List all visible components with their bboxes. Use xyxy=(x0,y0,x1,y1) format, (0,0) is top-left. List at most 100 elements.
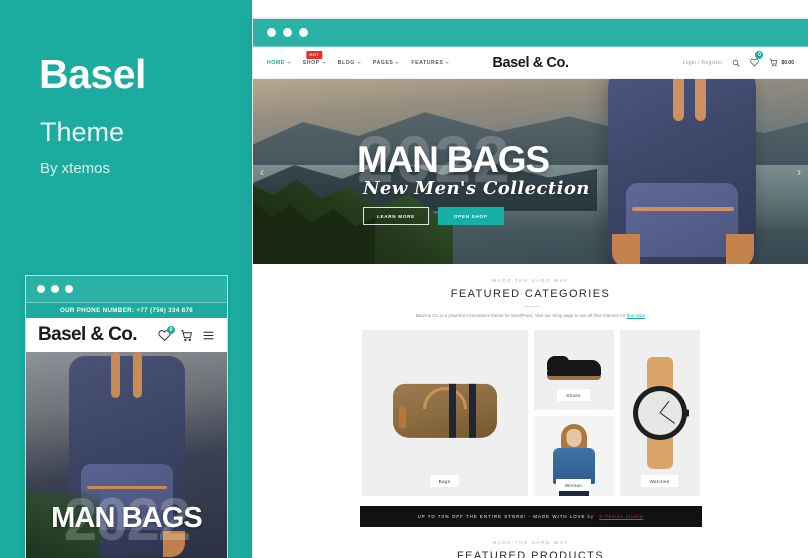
nav-item-label: BLOG xyxy=(337,59,355,66)
category-label: Watches xyxy=(640,475,679,488)
category-tile-woman[interactable]: Woman xyxy=(533,416,614,497)
mobile-cart-button[interactable] xyxy=(180,329,193,342)
chevron-down-icon xyxy=(286,61,291,64)
chevron-down-icon xyxy=(445,61,450,64)
section-description: Basel & Co. is a powerful eCommerce them… xyxy=(253,312,808,320)
watch-crown xyxy=(684,409,689,417)
category-label: Shoes xyxy=(557,389,590,402)
bag-strap-a xyxy=(448,384,456,439)
learn-more-button[interactable]: LEARN MORE xyxy=(363,207,429,225)
nav-item-blog[interactable]: BLOG xyxy=(338,60,361,66)
mobile-hero-title: MAN BAGS xyxy=(51,502,203,534)
shoe-illustration xyxy=(546,356,601,382)
mobile-phone-topbar: OUR PHONE NUMBER: +77 (756) 334 876 xyxy=(26,303,227,318)
mobile-hero-slide: 2022 MAN BAGS xyxy=(26,352,227,558)
mobile-preview-mockup: OUR PHONE NUMBER: +77 (756) 334 876 Base… xyxy=(25,275,228,558)
theme-author: By xtemos xyxy=(40,160,111,177)
hero-slider: 2022 MAN BAGS New Men's Collection LEARN… xyxy=(253,79,808,264)
desktop-wishlist-button[interactable]: 0 xyxy=(750,50,764,72)
mobile-wishlist-button[interactable]: 0 xyxy=(158,325,175,342)
category-label: Woman xyxy=(555,479,592,492)
promo-banner[interactable]: UP TO 70% OFF THE ENTIRE STORE! - MADE W… xyxy=(359,506,702,528)
cart-total: $0.00 xyxy=(781,59,794,66)
hero-subtitle: New Men's Collection xyxy=(363,178,590,199)
mobile-browser-titlebar xyxy=(26,276,227,303)
mobile-menu-button[interactable] xyxy=(202,329,215,342)
mobile-site-header: Basel & Co. 0 xyxy=(26,318,227,352)
backpack-bottom-left xyxy=(612,234,640,264)
promo-by: by xyxy=(587,514,595,520)
header-utility-group: Login / Register 0 $0.00 xyxy=(683,50,794,72)
chevron-down-icon xyxy=(321,61,326,64)
theme-subtitle: Theme xyxy=(40,117,125,147)
section-description-link[interactable]: free store xyxy=(627,313,646,318)
nav-hot-badge: HOT xyxy=(306,50,322,59)
hamburger-menu-icon xyxy=(203,331,214,339)
backpack-strap-left xyxy=(110,352,120,398)
backpack-strap-left xyxy=(673,79,684,121)
woman-face xyxy=(566,429,581,448)
promo-text: UP TO 70% OFF THE ENTIRE STORE! - MADE W… xyxy=(417,514,586,520)
category-label: Bags xyxy=(429,475,460,488)
featured-products-section: MADE THE HARD WAY FEATURED PRODUCTS xyxy=(253,527,808,558)
backpack-zipper xyxy=(632,207,734,211)
desktop-logo[interactable]: Basel & Co. xyxy=(492,55,569,71)
window-close-dot[interactable] xyxy=(37,285,45,293)
slider-prev-arrow[interactable]: ‹ xyxy=(260,166,264,178)
window-close-dot[interactable] xyxy=(267,28,276,37)
hero-cta-group: LEARN MORE OPEN SHOP xyxy=(363,207,504,225)
mobile-wishlist-count: 0 xyxy=(167,325,175,334)
bag-side-tab xyxy=(398,406,406,429)
desktop-browser-titlebar xyxy=(253,19,808,47)
open-shop-button[interactable]: OPEN SHOP xyxy=(437,207,504,225)
window-maximize-dot[interactable] xyxy=(299,28,308,37)
screenshot-root: Basel Theme By xtemos OUR PHONE NUMBER: … xyxy=(0,0,808,558)
section-eyebrow: MADE THE HARD WAY xyxy=(492,540,569,546)
desktop-wishlist-count: 0 xyxy=(755,50,764,59)
mobile-header-icons: 0 xyxy=(158,325,215,342)
mobile-logo-text: Basel & Co. xyxy=(38,324,138,345)
watch-illustration xyxy=(632,357,689,470)
desktop-cart-button[interactable]: $0.00 xyxy=(769,58,794,67)
page-title: Basel xyxy=(39,51,146,97)
login-register-link[interactable]: Login / Register xyxy=(683,60,723,66)
cart-icon xyxy=(181,329,192,341)
category-tile-bags[interactable]: Bags xyxy=(361,330,528,497)
shoe-sole xyxy=(546,376,601,380)
category-tile-watches[interactable]: Watches xyxy=(619,330,700,497)
category-grid: Bags Shoes Woman Watches xyxy=(253,330,808,497)
mobile-logo[interactable]: Basel & Co. xyxy=(38,324,138,346)
nav-item-shop[interactable]: HOT SHOP xyxy=(302,50,326,66)
window-maximize-dot[interactable] xyxy=(65,285,73,293)
watch-dial xyxy=(637,391,682,436)
backpack-bottom-right xyxy=(726,234,754,264)
hero-title: MAN BAGS xyxy=(357,139,550,180)
bag-strap-b xyxy=(468,384,476,439)
section-divider xyxy=(522,306,539,307)
section-description-line2: Shop page to see all their features for xyxy=(552,313,626,318)
slider-next-arrow[interactable]: › xyxy=(797,166,801,178)
watch-case xyxy=(632,386,689,441)
section-description-line1: Basel & Co. is a powerful eCommerce them… xyxy=(415,313,551,318)
nav-item-label: PAGES xyxy=(372,59,394,66)
backpack-strap-right xyxy=(132,352,142,398)
section-title: FEATURED PRODUCTS xyxy=(456,550,605,558)
window-minimize-dot[interactable] xyxy=(283,28,292,37)
search-button[interactable] xyxy=(732,54,741,72)
nav-item-label: HOME xyxy=(267,59,285,66)
nav-item-pages[interactable]: PAGES xyxy=(373,60,400,66)
watch-hand-minute xyxy=(659,412,675,425)
category-tile-shoes[interactable]: Shoes xyxy=(533,330,614,411)
window-minimize-dot[interactable] xyxy=(51,285,59,293)
chevron-down-icon xyxy=(356,61,361,64)
promo-link[interactable]: X-Temos studio xyxy=(599,514,643,519)
section-title: FEATURED CATEGORIES xyxy=(450,288,611,300)
cart-icon xyxy=(770,58,778,67)
desktop-preview-mockup: HOME HOT SHOP BLOG PAGES FEATURES Basel … xyxy=(252,18,808,558)
search-icon xyxy=(733,59,741,67)
nav-item-home[interactable]: HOME xyxy=(267,60,291,66)
nav-item-features[interactable]: FEATURES xyxy=(411,59,450,66)
nav-item-label: FEATURES xyxy=(411,59,444,66)
nav-item-label: SHOP xyxy=(302,59,320,66)
chevron-down-icon xyxy=(395,61,400,64)
